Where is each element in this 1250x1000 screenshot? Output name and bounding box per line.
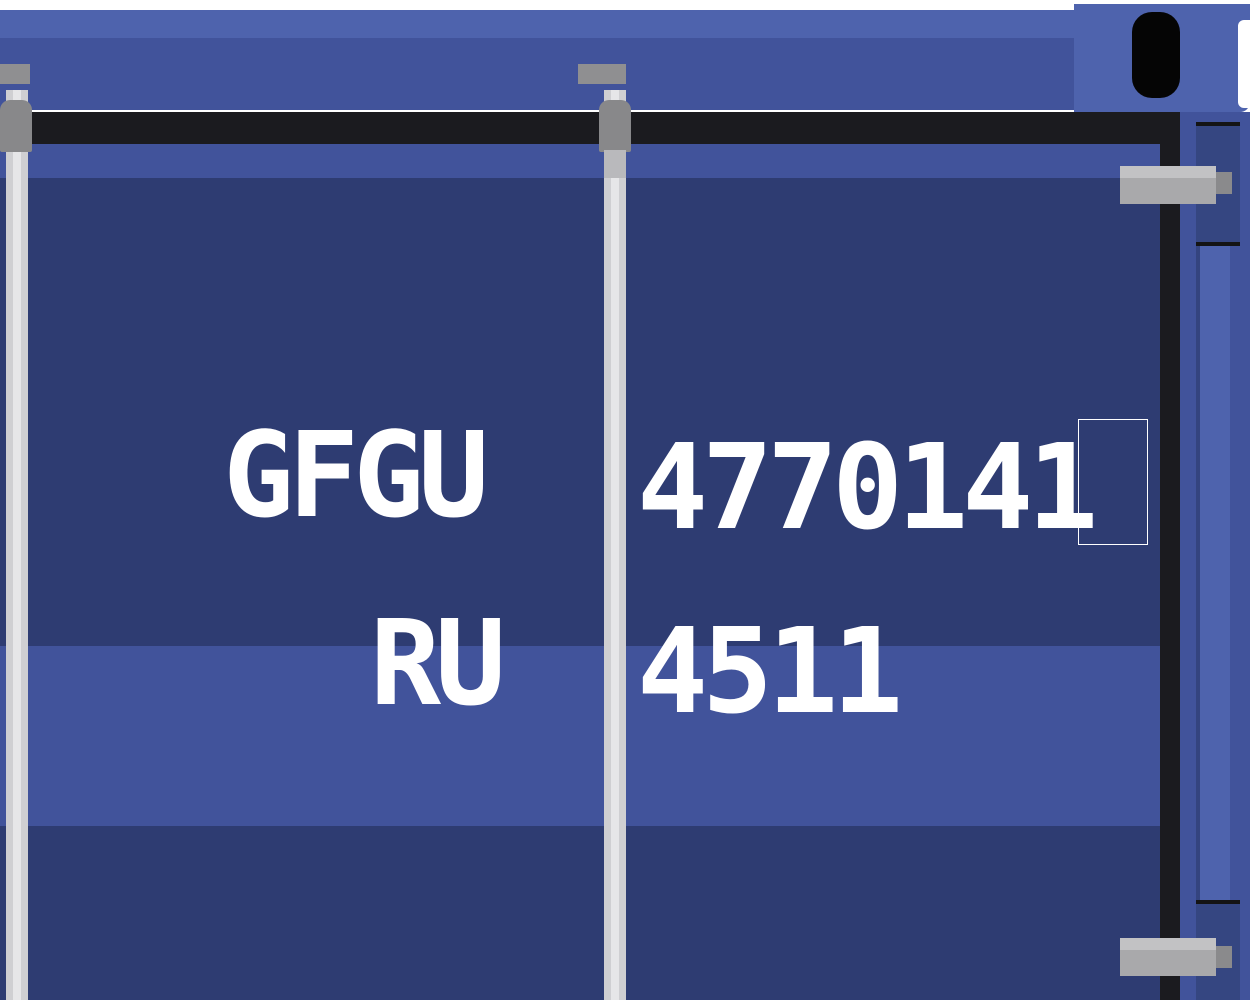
size-type-prefix: RU: [370, 594, 506, 732]
corner-casting-notch: [1238, 20, 1250, 108]
corner-post-edge: [1196, 140, 1230, 1000]
door-top-seal: [0, 112, 1180, 144]
hinge-pin-top: [1120, 166, 1216, 204]
door-corrugation-top: [0, 144, 1160, 178]
hinge-pin-bottom: [1120, 938, 1216, 976]
lock-bar-guide-right: [599, 100, 631, 152]
lock-bar-right-highlight: [611, 90, 619, 1000]
lock-bar-guide-left: [0, 100, 32, 152]
top-rail: [0, 10, 1250, 38]
serial-number: 4770141: [637, 428, 1098, 546]
serial-digits: 477014: [637, 418, 1033, 556]
lock-bar-left-highlight: [13, 90, 21, 1000]
door-corrugation-middle: [0, 646, 1160, 826]
corner-casting-aperture: [1132, 12, 1180, 98]
hinge-cap-bottom: [1216, 946, 1232, 968]
door-panel: [0, 144, 1160, 1000]
top-rail-inner: [0, 38, 1080, 110]
door-right-seal: [1160, 112, 1180, 1000]
hinge-cap-top: [1216, 172, 1232, 194]
container-door-scene: GFGU 4770141 RU 4511: [0, 0, 1250, 1000]
check-digit-box: [1078, 419, 1148, 545]
owner-code: GFGU: [223, 406, 489, 544]
lock-bar-cap-left: [0, 64, 30, 84]
lock-bar-guide-right-light: [604, 150, 626, 178]
size-type-code: 4511: [637, 602, 903, 740]
lock-bar-cap-right: [578, 64, 626, 84]
